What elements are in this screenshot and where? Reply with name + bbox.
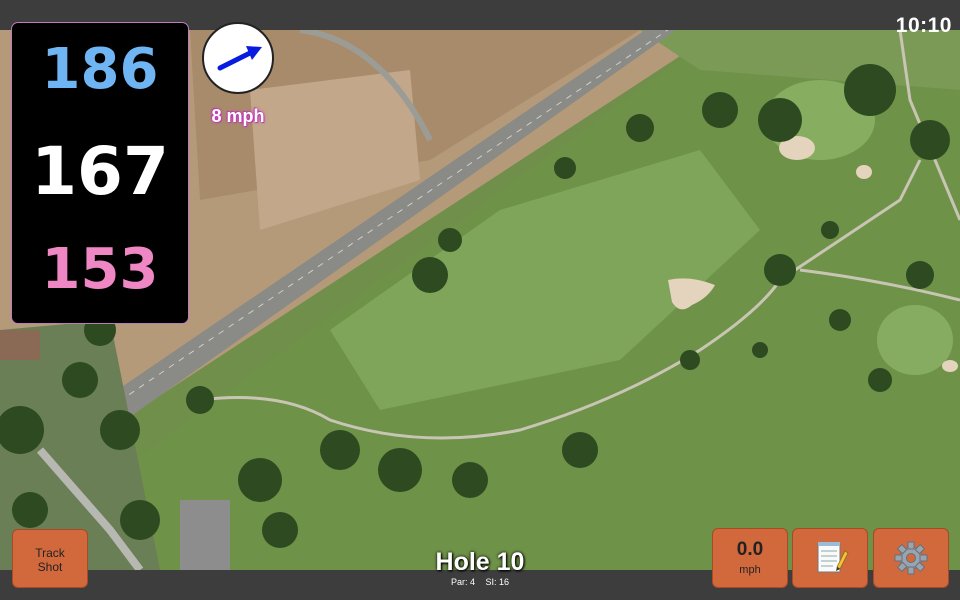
track-shot-label-line2: Shot [37,560,63,574]
hole-par: Par: 4 [450,577,475,587]
distance-panel: 186 167 153 [11,22,189,324]
hole-info: Par: 4 SI: 16 [380,577,580,587]
wind-indicator[interactable] [202,22,274,94]
gear-icon [894,541,928,575]
distance-back: 186 [41,37,159,102]
track-shot-label-line1: Track [35,546,65,560]
distance-front: 153 [41,237,159,302]
speed-button[interactable]: 0.0 mph [712,528,788,588]
notes-button[interactable] [792,528,868,588]
wind-direction-arrow-icon [217,46,262,71]
speed-value: 0.0 [736,539,764,560]
wind-speed-label: 8 mph [211,106,265,126]
hole-stroke-index: SI: 16 [485,577,510,587]
distance-middle: 167 [31,133,169,210]
notepad-icon [817,542,849,573]
speed-unit: mph [739,564,761,576]
settings-button[interactable] [873,528,949,588]
clock-time: 10:10 [895,14,952,37]
track-shot-button[interactable]: Track Shot [12,529,88,588]
hole-title: Hole 10 [435,548,525,576]
